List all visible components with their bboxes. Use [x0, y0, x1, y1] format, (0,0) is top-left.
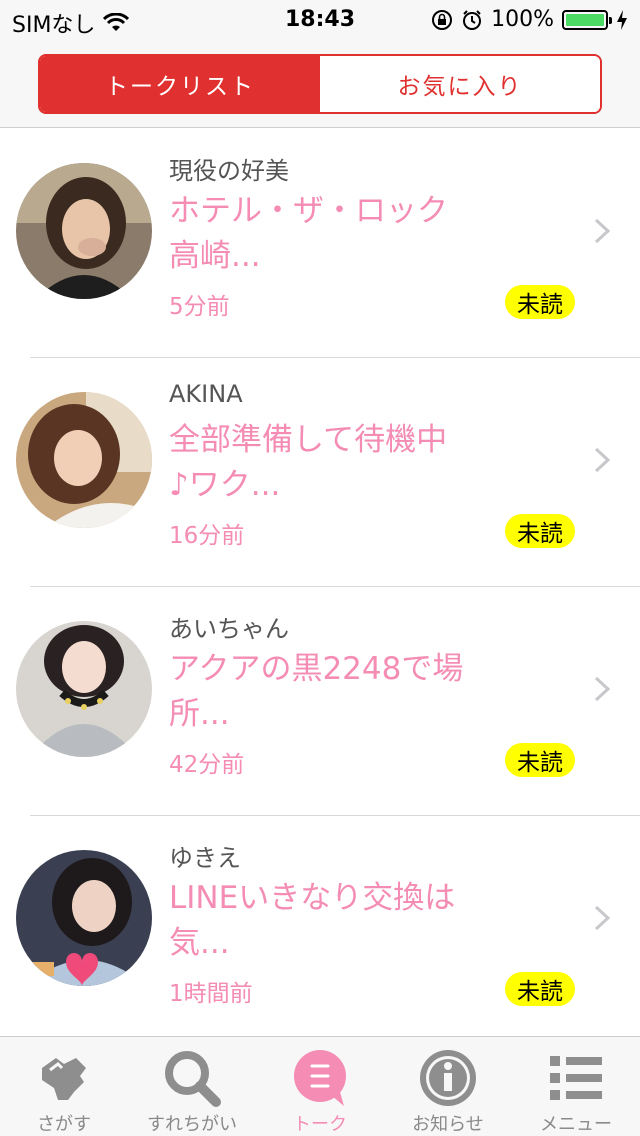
message-line: アクアの黒2248で場 [169, 651, 464, 687]
contact-name: あいちゃん [169, 615, 289, 643]
contact-name: AKINA [169, 380, 243, 408]
magnifier-icon [165, 1050, 221, 1107]
hand-tap-icon [42, 1057, 86, 1100]
battery-icon [562, 9, 612, 30]
contact-name: ゆきえ [169, 844, 241, 872]
message-line: ホテル・ザ・ロック [169, 193, 448, 229]
message-preview: アクアの黒2248で場 所... [169, 647, 499, 737]
status-bar: SIMなし 18:43 100% [0, 0, 640, 40]
unread-badge: 未読 [505, 285, 575, 319]
tab-favorites[interactable]: お気に入り [320, 56, 600, 112]
message-line: LINEいきなり交換は [169, 880, 456, 916]
avatar [16, 163, 152, 299]
tab-talk[interactable]: トーク [256, 1037, 384, 1136]
unread-badge: 未読 [505, 514, 575, 548]
avatar [16, 392, 152, 528]
tab-talk-list[interactable]: トークリスト [40, 56, 320, 112]
conversation-list: 現役の好美 ホテル・ザ・ロック 高崎... 5分前 未読 AKINA 全部準備し… [0, 129, 640, 1045]
header: トークリスト お気に入り [0, 40, 640, 128]
message-time: 1時間前 [169, 981, 253, 1007]
info-icon [420, 1049, 476, 1106]
message-time: 16分前 [169, 523, 245, 549]
message-preview: ホテル・ザ・ロック 高崎... [169, 189, 499, 279]
message-line: 全部準備して待機中 [169, 422, 448, 458]
chevron-right-icon [594, 676, 611, 702]
tab-label: メニュー [540, 1114, 612, 1135]
tab-search[interactable]: さがす [0, 1037, 128, 1136]
avatar [16, 621, 152, 757]
tab-notifications[interactable]: お知らせ [384, 1037, 512, 1136]
tab-label: すれちがい [147, 1114, 237, 1135]
message-time: 5分前 [169, 294, 230, 320]
tab-bar: さがす すれちがい トーク お知らせ メニュー [0, 1036, 640, 1136]
status-right-group: 100% [431, 7, 628, 32]
tab-label: トーク [293, 1114, 347, 1135]
tab-label: お知らせ [412, 1114, 484, 1135]
message-preview: 全部準備して待機中 ♪ワク... [169, 418, 499, 508]
battery-percent: 100% [491, 7, 554, 32]
charging-bolt-icon [617, 9, 627, 30]
orientation-lock-icon [432, 9, 453, 30]
avatar [16, 850, 152, 986]
tab-menu[interactable]: メニュー [512, 1037, 640, 1136]
unread-badge: 未読 [505, 743, 575, 777]
contact-name: 現役の好美 [169, 157, 289, 185]
chat-bubble-icon [294, 1049, 346, 1106]
tab-label: さがす [37, 1114, 91, 1135]
unread-badge: 未読 [505, 972, 575, 1006]
conversation-row[interactable]: あいちゃん アクアの黒2248で場 所... 42分前 未読 [0, 587, 640, 816]
conversation-row[interactable]: AKINA 全部準備して待機中 ♪ワク... 16分前 未読 [0, 358, 640, 587]
chevron-right-icon [594, 905, 611, 931]
tab-passing[interactable]: すれちがい [128, 1037, 256, 1136]
segmented-control: トークリスト お気に入り [38, 54, 602, 114]
message-line: 高崎... [169, 238, 261, 274]
message-preview: LINEいきなり交換は 気... [169, 876, 499, 966]
message-line: ♪ワク... [169, 467, 281, 503]
menu-list-icon [550, 1055, 602, 1100]
chevron-right-icon [594, 218, 611, 244]
message-line: 所... [169, 696, 230, 732]
conversation-row[interactable]: 現役の好美 ホテル・ザ・ロック 高崎... 5分前 未読 [0, 129, 640, 358]
conversation-row[interactable]: ゆきえ LINEいきなり交換は 気... 1時間前 未読 [0, 816, 640, 1045]
alarm-icon [463, 9, 482, 30]
message-time: 42分前 [169, 752, 245, 778]
chevron-right-icon [594, 447, 611, 473]
message-line: 気... [169, 925, 230, 961]
